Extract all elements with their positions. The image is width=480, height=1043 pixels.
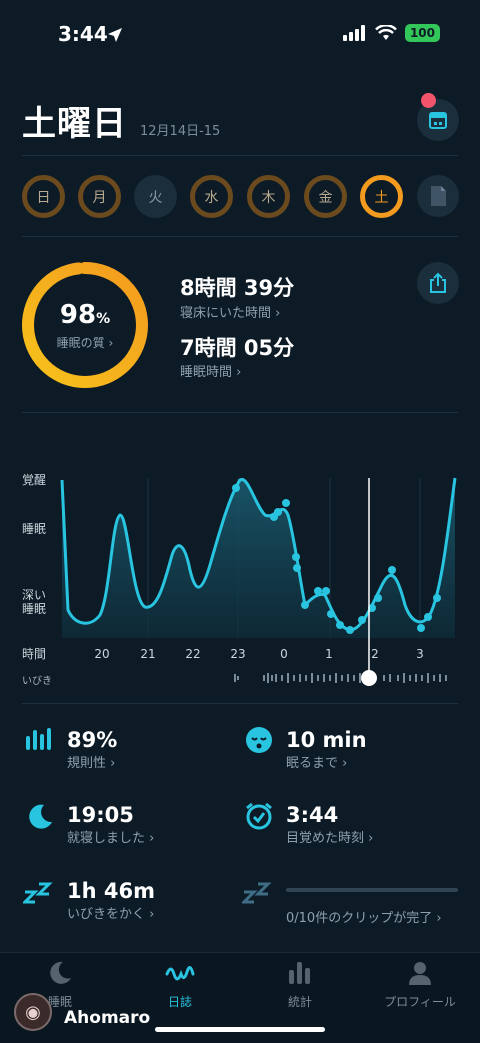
hour-label: 0 bbox=[280, 647, 288, 661]
sleep-area bbox=[62, 478, 455, 638]
time-in-bed-link[interactable]: 寝床にいた時間 › bbox=[180, 302, 280, 321]
wake-label: 目覚めた時刻 bbox=[286, 831, 365, 846]
day-label: 水 bbox=[204, 189, 219, 206]
share-button[interactable] bbox=[417, 262, 459, 304]
metric-snoring[interactable]: 1h 46m いびきをかく › bbox=[67, 879, 155, 922]
tab-journal[interactable]: 日誌 bbox=[120, 960, 240, 1010]
snore-zz-icon bbox=[22, 874, 58, 910]
divider bbox=[22, 236, 458, 237]
moon-icon bbox=[22, 798, 58, 834]
clips-label: 0/10件のクリップが完了 bbox=[286, 911, 433, 926]
status-indicators: 100 bbox=[342, 24, 440, 42]
wifi-icon bbox=[375, 25, 397, 40]
day-monday[interactable]: 月 bbox=[78, 175, 121, 218]
day-label: 土 bbox=[374, 189, 389, 206]
sleep-time-link[interactable]: 睡眠時間 › bbox=[180, 361, 241, 380]
moon-tab-icon bbox=[50, 961, 71, 984]
page-title: 土曜日 bbox=[22, 104, 127, 144]
bedtime-label: 就寝しました bbox=[67, 831, 146, 846]
quality-score: 98% bbox=[22, 300, 148, 330]
metric-fall-asleep[interactable]: 10 min 眠るまで › bbox=[286, 728, 367, 771]
metric-wake[interactable]: 3:44 目覚めた時刻 › bbox=[286, 803, 373, 846]
hour-label: 2 bbox=[371, 647, 379, 661]
sleepy-face-icon bbox=[241, 722, 277, 758]
document-icon bbox=[431, 186, 446, 206]
quality-label: 睡眠の質 bbox=[56, 336, 105, 350]
battery-indicator: 100 bbox=[404, 24, 440, 42]
clips-zz-icon bbox=[241, 874, 277, 910]
hour-label: 1 bbox=[325, 647, 333, 661]
day-sunday[interactable]: 日 bbox=[22, 175, 65, 218]
watermark-text: Ahomaro bbox=[64, 1008, 151, 1028]
day-thursday[interactable]: 木 bbox=[247, 175, 290, 218]
hour-label: 22 bbox=[185, 647, 201, 661]
hour-label: 23 bbox=[230, 647, 246, 661]
notification-badge bbox=[421, 93, 436, 108]
regularity-label: 規則性 bbox=[67, 756, 107, 771]
hour-label: 3 bbox=[416, 647, 424, 661]
fall-asleep-label: 眠るまで bbox=[286, 756, 339, 771]
day-label: 木 bbox=[261, 189, 276, 206]
day-friday[interactable]: 金 bbox=[304, 175, 347, 218]
waveform-tab-icon bbox=[165, 966, 195, 981]
snoring-label: いびきをかく bbox=[67, 907, 146, 922]
status-time: 3:44 bbox=[58, 22, 108, 46]
location-arrow-icon bbox=[108, 28, 122, 42]
divider bbox=[22, 155, 458, 156]
day-label: 月 bbox=[92, 189, 107, 206]
day-label: 日 bbox=[36, 189, 51, 206]
alarm-clock-icon bbox=[241, 798, 277, 834]
cellular-signal-icon bbox=[342, 25, 365, 41]
hour-label: 21 bbox=[140, 647, 156, 661]
tab-label: 統計 bbox=[287, 995, 312, 1009]
home-indicator bbox=[155, 1027, 325, 1032]
tab-label: プロフィール bbox=[384, 995, 456, 1009]
tab-profile[interactable]: プロフィール bbox=[360, 960, 480, 1010]
clips-link[interactable]: 0/10件のクリップが完了 › bbox=[286, 907, 442, 926]
sleep-time-label: 睡眠時間 bbox=[180, 365, 233, 380]
day-wednesday[interactable]: 水 bbox=[190, 175, 233, 218]
hour-label: 20 bbox=[94, 647, 110, 661]
date-range: 12月14日-15 bbox=[140, 124, 221, 139]
snore-row-label: いびき bbox=[22, 676, 52, 687]
tab-statistics[interactable]: 統計 bbox=[240, 960, 360, 1010]
bar-chart-tab-icon bbox=[289, 962, 310, 984]
sleep-time-value: 7時間 05分 bbox=[180, 336, 295, 360]
calendar-icon bbox=[429, 112, 447, 129]
day-label: 金 bbox=[318, 189, 333, 206]
quality-number: 98 bbox=[59, 300, 97, 330]
regularity-value: 89% bbox=[67, 728, 118, 752]
time-in-bed-value: 8時間 39分 bbox=[180, 276, 295, 300]
day-tuesday[interactable]: 火 bbox=[134, 175, 177, 218]
fall-asleep-value: 10 min bbox=[286, 728, 367, 752]
metric-regularity[interactable]: 89% 規則性 › bbox=[67, 728, 117, 771]
day-label: 火 bbox=[148, 189, 163, 206]
time-in-bed-label: 寝床にいた時間 bbox=[180, 306, 272, 321]
quality-unit: % bbox=[96, 311, 111, 327]
share-icon bbox=[430, 272, 446, 293]
divider bbox=[22, 703, 458, 704]
sleep-graph bbox=[60, 477, 457, 686]
wake-value: 3:44 bbox=[286, 803, 339, 827]
snore-events bbox=[234, 673, 447, 683]
bedtime-value: 19:05 bbox=[67, 803, 134, 827]
metric-bedtime[interactable]: 19:05 就寝しました › bbox=[67, 803, 154, 846]
quality-label-link[interactable]: 睡眠の質 › bbox=[22, 334, 148, 351]
watermark-seal-logo: ◉ bbox=[14, 993, 52, 1031]
x-label-time: 時間 bbox=[22, 647, 47, 661]
day-saturday[interactable]: 土 bbox=[360, 175, 403, 218]
divider bbox=[22, 412, 458, 413]
clips-progress-bar bbox=[286, 888, 458, 892]
regularity-icon bbox=[22, 722, 58, 758]
snoring-value: 1h 46m bbox=[67, 879, 155, 903]
report-button[interactable] bbox=[417, 175, 459, 217]
person-tab-icon bbox=[409, 962, 431, 985]
